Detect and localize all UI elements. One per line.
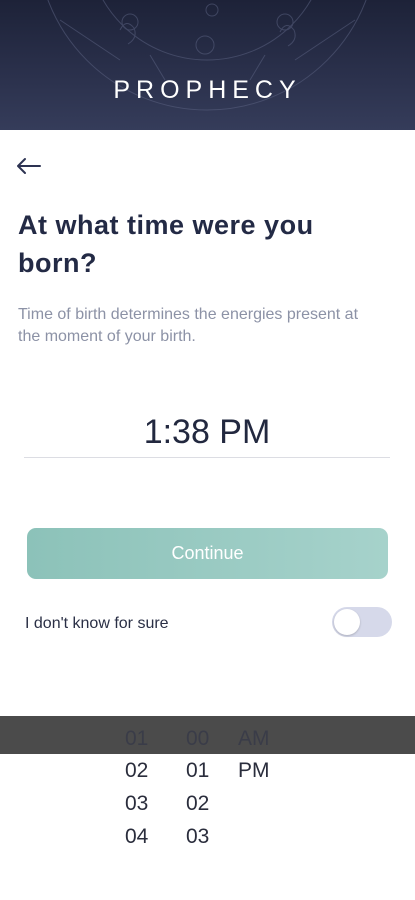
minute-option[interactable]: 03 — [186, 820, 246, 853]
time-field-underline — [24, 457, 390, 458]
zodiac-wheel-icon — [47, 0, 367, 111]
ampm-wheel[interactable]: AM PM — [238, 716, 298, 787]
page-subtitle: Time of birth determines the energies pr… — [18, 306, 359, 345]
page-title: At what time were you born? — [18, 210, 314, 278]
hour-option[interactable]: 03 — [125, 787, 185, 820]
unsure-label: I don't know for sure — [25, 615, 169, 632]
back-button[interactable] — [12, 152, 44, 180]
app-brand-title: PROPHECY — [113, 76, 302, 104]
header-banner: PROPHECY — [0, 0, 415, 130]
hour-option[interactable]: 01 — [125, 716, 185, 754]
ampm-option[interactable]: PM — [238, 754, 298, 787]
hour-option[interactable]: 04 — [125, 820, 185, 853]
minute-wheel[interactable]: 00 01 02 03 — [186, 716, 246, 853]
unsure-toggle[interactable] — [332, 607, 392, 637]
hour-wheel[interactable]: 01 02 03 04 — [125, 716, 185, 853]
ampm-option[interactable]: AM — [238, 716, 298, 754]
minute-option[interactable]: 01 — [186, 754, 246, 787]
selected-time-field[interactable]: 1:38 PM — [24, 410, 390, 454]
hour-option[interactable]: 02 — [125, 754, 185, 787]
minute-option[interactable]: 02 — [186, 787, 246, 820]
arrow-left-icon — [17, 158, 41, 174]
continue-button[interactable]: Continue — [27, 528, 388, 579]
toggle-knob — [334, 609, 360, 635]
time-picker[interactable]: 01 02 03 04 00 01 02 03 AM PM — [0, 716, 415, 900]
minute-option[interactable]: 00 — [186, 716, 246, 754]
